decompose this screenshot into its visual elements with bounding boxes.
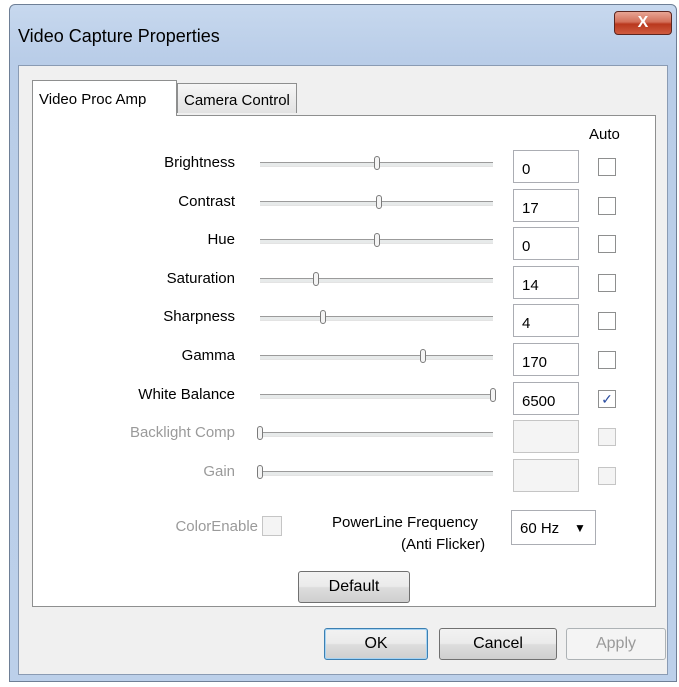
gain-auto-checkbox: [598, 467, 616, 485]
tab-panel-video-proc-amp: Auto Brightness 0 Contrast 17 Hue 0 Satu…: [32, 115, 656, 607]
sharpness-label: Sharpness: [163, 308, 235, 325]
gamma-value-field[interactable]: 170: [513, 343, 579, 376]
sharpness-auto-checkbox[interactable]: [598, 312, 616, 330]
white-balance-auto-checkbox[interactable]: ✓: [598, 390, 616, 408]
ok-button[interactable]: OK: [324, 628, 428, 660]
powerline-selected-value: 60 Hz: [520, 520, 560, 537]
white-balance-slider-thumb[interactable]: [490, 388, 496, 402]
gamma-slider-thumb[interactable]: [420, 349, 427, 363]
hue-auto-checkbox[interactable]: [598, 235, 616, 253]
backlight-comp-value-field: [513, 420, 579, 453]
contrast-auto-checkbox[interactable]: [598, 197, 616, 215]
saturation-auto-checkbox[interactable]: [598, 274, 616, 292]
title-bar[interactable]: Video Capture Properties X: [10, 5, 676, 63]
contrast-slider-thumb[interactable]: [375, 195, 382, 209]
powerline-sublabel: (Anti Flicker): [401, 536, 486, 553]
white-balance-label: White Balance: [138, 386, 235, 403]
tab-video-proc-amp[interactable]: Video Proc Amp: [32, 80, 177, 116]
brightness-label: Brightness: [164, 154, 235, 171]
hue-value-field[interactable]: 0: [513, 227, 579, 260]
close-button[interactable]: X: [614, 11, 672, 35]
default-button[interactable]: Default: [298, 571, 410, 603]
sharpness-slider-thumb[interactable]: [319, 310, 326, 324]
close-icon: X: [637, 14, 649, 31]
saturation-slider-thumb[interactable]: [312, 272, 319, 286]
saturation-label: Saturation: [166, 270, 235, 287]
gain-label: Gain: [203, 463, 235, 480]
sharpness-value-field[interactable]: 4: [513, 304, 579, 337]
gamma-auto-checkbox[interactable]: [598, 351, 616, 369]
saturation-slider[interactable]: [260, 272, 493, 286]
color-enable-label: ColorEnable: [175, 518, 258, 535]
brightness-slider[interactable]: [260, 156, 493, 170]
brightness-auto-checkbox[interactable]: [598, 158, 616, 176]
brightness-value-field[interactable]: 0: [513, 150, 579, 183]
white-balance-value-field[interactable]: 6500: [513, 382, 579, 415]
tab-camera-control[interactable]: Camera Control: [177, 83, 297, 113]
powerline-label: PowerLine Frequency: [332, 514, 478, 531]
brightness-slider-thumb[interactable]: [373, 156, 380, 170]
hue-label: Hue: [207, 231, 235, 248]
white-balance-slider[interactable]: [260, 388, 496, 402]
dialog-body: Video Proc Amp Camera Control Auto Brigh…: [18, 65, 668, 675]
contrast-value-field[interactable]: 17: [513, 189, 579, 222]
color-enable-checkbox[interactable]: [262, 516, 282, 536]
cancel-button[interactable]: Cancel: [439, 628, 557, 660]
gain-value-field: [513, 459, 579, 492]
gain-slider-thumb[interactable]: [257, 465, 263, 479]
apply-button[interactable]: Apply: [566, 628, 666, 660]
checkmark-icon: ✓: [601, 391, 613, 407]
gamma-label: Gamma: [181, 347, 235, 364]
saturation-value-field[interactable]: 14: [513, 266, 579, 299]
backlight-comp-slider-thumb[interactable]: [257, 426, 263, 440]
contrast-label: Contrast: [178, 193, 235, 210]
hue-slider[interactable]: [260, 233, 493, 247]
chevron-down-icon: ▼: [574, 521, 586, 535]
auto-column-header: Auto: [589, 126, 620, 143]
hue-slider-thumb[interactable]: [373, 233, 380, 247]
dialog-window: Video Capture Properties X Video Proc Am…: [9, 4, 677, 682]
window-title: Video Capture Properties: [18, 26, 220, 46]
sharpness-slider[interactable]: [260, 310, 493, 324]
backlight-comp-auto-checkbox: [598, 428, 616, 446]
gamma-slider[interactable]: [260, 349, 493, 363]
powerline-frequency-select[interactable]: 60 Hz ▼: [511, 510, 596, 545]
contrast-slider[interactable]: [260, 195, 493, 209]
gain-slider[interactable]: [257, 465, 493, 479]
backlight-comp-label: Backlight Comp: [129, 424, 235, 441]
backlight-comp-slider[interactable]: [257, 426, 493, 440]
